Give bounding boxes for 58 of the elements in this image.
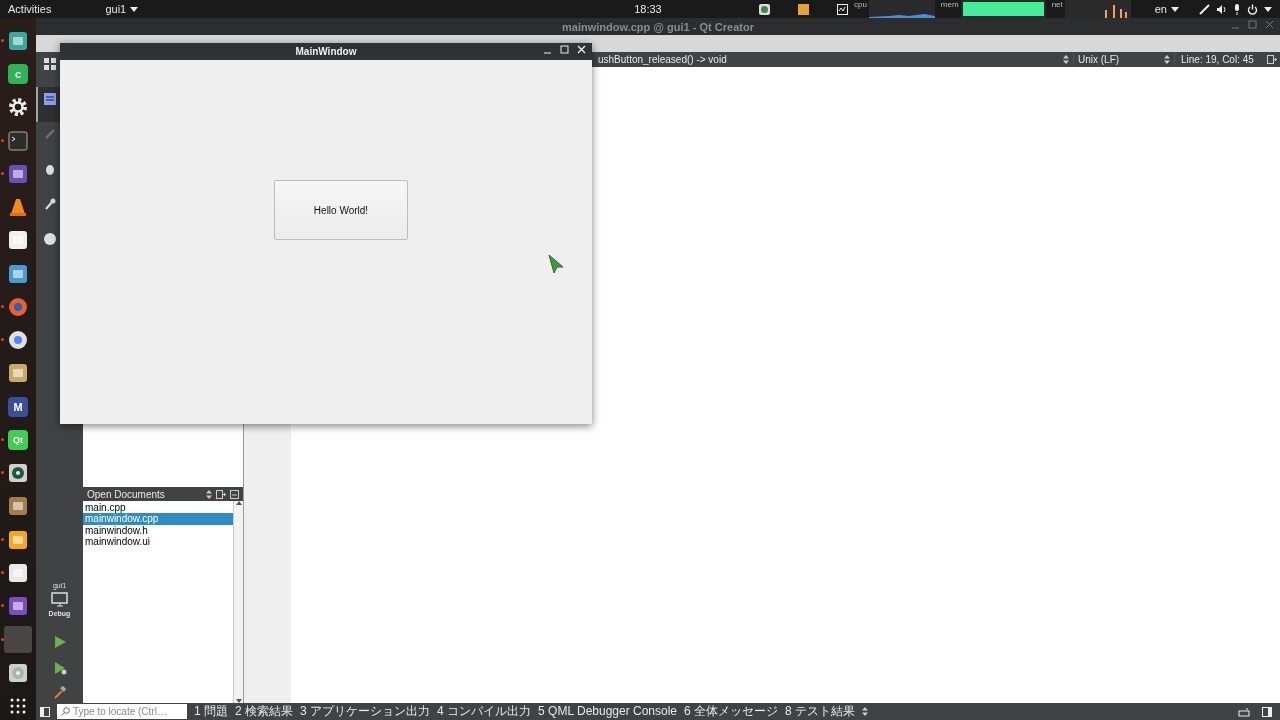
caret-icon[interactable]	[1264, 6, 1272, 12]
output-pane-tab[interactable]: 5 QML Debugger Console	[538, 703, 678, 720]
search-icon	[61, 707, 70, 716]
window-title: MainWindow	[295, 46, 357, 57]
pencil-icon[interactable]	[44, 128, 56, 140]
wrench-icon[interactable]	[44, 198, 56, 210]
sidebar-toggle-icon[interactable]	[1262, 706, 1272, 717]
split-icon[interactable]	[1267, 55, 1277, 64]
clock[interactable]: 18:33	[634, 3, 662, 15]
document-item[interactable]: mainwindow.cpp	[83, 513, 233, 525]
monitor-label: cpu	[853, 0, 867, 11]
debug-run-icon[interactable]	[52, 661, 67, 675]
output-pane-tab[interactable]: 6 全体メッセージ	[684, 703, 779, 720]
activities-button[interactable]: Activities	[8, 3, 52, 15]
network-icon[interactable]	[1199, 3, 1210, 15]
app-icon[interactable]	[8, 596, 28, 617]
mouse-pointer-icon	[548, 254, 564, 274]
dropdown-arrows-icon[interactable]	[1164, 55, 1170, 64]
dropdown-arrows-icon[interactable]	[1063, 55, 1069, 64]
terminal-icon[interactable]	[8, 130, 28, 151]
output-pane-tab[interactable]: 1 問題	[194, 703, 228, 720]
stepper-icon[interactable]	[206, 489, 212, 499]
power-icon[interactable]	[1247, 3, 1258, 15]
panel-title: Open Documents	[87, 488, 166, 500]
caret-icon[interactable]	[130, 6, 139, 12]
sidebar-toggle-icon[interactable]	[40, 706, 50, 717]
close-panel-icon[interactable]	[230, 489, 239, 499]
app-menu[interactable]: gui1	[105, 3, 139, 15]
monitor-icon[interactable]	[836, 3, 848, 15]
monitor-label: net	[1051, 0, 1063, 11]
traffic-cone-icon[interactable]	[9, 197, 27, 218]
document-item[interactable]: mainwindow.h	[83, 524, 233, 536]
document-item[interactable]: main.cpp	[83, 502, 233, 514]
progress-details-icon[interactable]	[1238, 706, 1250, 717]
cursor-position[interactable]: Line: 19, Col: 45	[1175, 54, 1267, 65]
monitor-label: mem	[940, 0, 959, 11]
document-item[interactable]: mainwindow.ui	[83, 535, 233, 548]
grid-icon[interactable]	[44, 58, 56, 70]
language-menu[interactable]: en	[1154, 3, 1179, 15]
output-pane-tab[interactable]: 2 検索結果	[235, 703, 294, 720]
hammer-icon[interactable]	[52, 685, 67, 699]
app-icon[interactable]: M	[8, 396, 28, 417]
output-pane-tab[interactable]: 4 コンパイル出力	[437, 703, 532, 720]
run-icon[interactable]	[52, 635, 67, 649]
window-title: mainwindow.cpp @ gui1 - Qt Creator	[562, 20, 754, 33]
stepper-icon[interactable]	[862, 707, 869, 716]
gear-icon[interactable]	[8, 97, 28, 118]
output-pane-tab[interactable]: 3 アプリケーション出力	[300, 703, 431, 720]
split-icon[interactable]	[216, 489, 226, 499]
hello-world-button[interactable]: Hello World!	[274, 180, 408, 240]
app-grid-icon[interactable]	[10, 697, 26, 714]
scrollbar[interactable]	[233, 501, 243, 703]
microphone-icon[interactable]	[1233, 3, 1241, 15]
output-pane-tab[interactable]: 8 テスト結果	[785, 703, 856, 720]
camera-icon[interactable]	[8, 463, 28, 484]
volume-icon[interactable]	[1216, 3, 1227, 15]
caret-icon[interactable]	[1171, 6, 1179, 12]
locate-field[interactable]: Type to locate (Ctrl…	[57, 704, 187, 719]
